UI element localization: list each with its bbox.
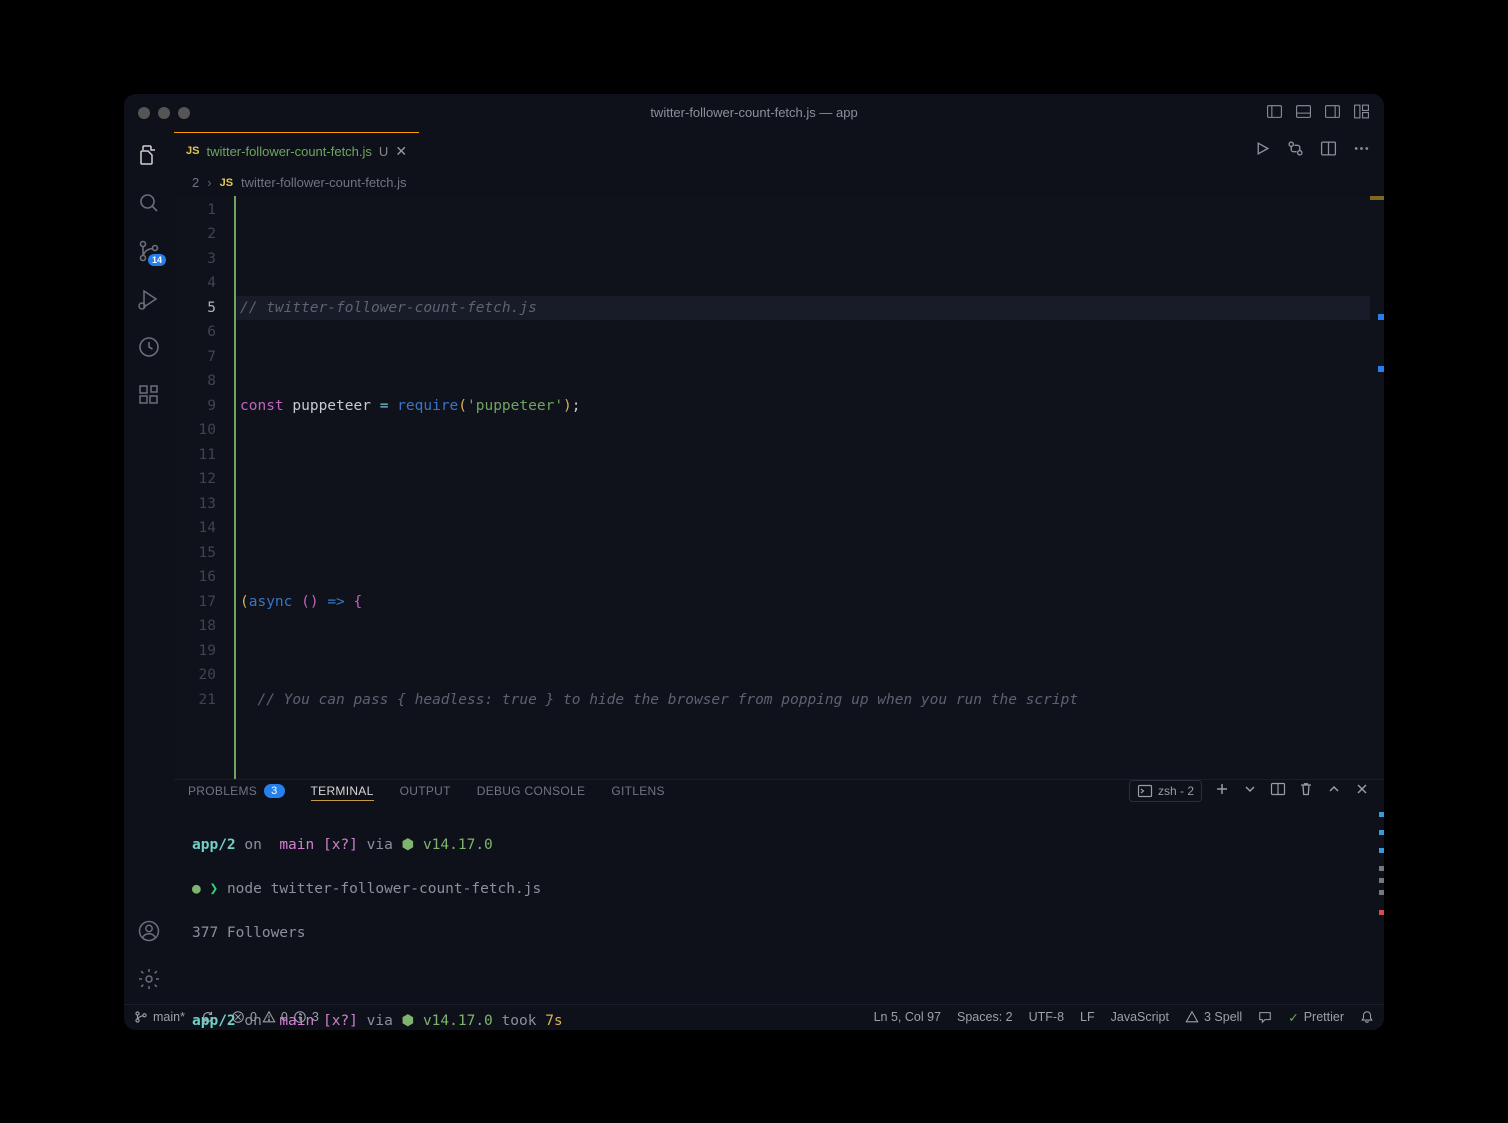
main-area: 14 JS twitt <box>124 132 1384 1004</box>
line-gutter: 123456789101112131415161718192021 <box>174 196 234 779</box>
panel-actions: zsh - 2 <box>1129 780 1370 802</box>
kill-terminal-icon[interactable] <box>1298 781 1314 800</box>
breadcrumb-root: 2 <box>192 175 199 190</box>
search-icon[interactable] <box>136 190 162 216</box>
chevron-up-icon[interactable] <box>1326 781 1342 800</box>
scm-badge: 14 <box>148 254 166 266</box>
panel-tabs: PROBLEMS 3 TERMINAL OUTPUT DEBUG CONSOLE… <box>174 780 1384 802</box>
tab-git-status: U <box>379 144 388 159</box>
tab-problems[interactable]: PROBLEMS 3 <box>188 784 285 798</box>
title-bar: twitter-follower-count-fetch.js — app <box>124 94 1384 132</box>
window-title: twitter-follower-count-fetch.js — app <box>650 105 857 120</box>
terminal[interactable]: app/2 on main [x?] via ⬢ v14.17.0 ● ❯ no… <box>174 802 1384 1030</box>
chevron-down-icon[interactable] <box>1242 781 1258 800</box>
zoom-window-button[interactable] <box>178 107 190 119</box>
tab-filename: twitter-follower-count-fetch.js <box>206 144 371 159</box>
editor-actions <box>1254 132 1384 170</box>
minimap[interactable] <box>1370 196 1384 779</box>
customize-layout-icon[interactable] <box>1353 103 1370 123</box>
split-terminal-icon[interactable] <box>1270 781 1286 800</box>
js-file-icon: JS <box>186 145 199 157</box>
settings-gear-icon[interactable] <box>136 966 162 992</box>
toggle-panel-left-icon[interactable] <box>1266 103 1283 123</box>
js-file-icon: JS <box>220 177 233 189</box>
terminal-overview-ruler <box>1378 802 1384 1030</box>
git-compare-icon[interactable] <box>1287 140 1304 161</box>
explorer-icon[interactable] <box>136 142 162 168</box>
accounts-icon[interactable] <box>136 918 162 944</box>
tab-gitlens[interactable]: GITLENS <box>611 784 664 798</box>
close-window-button[interactable] <box>138 107 150 119</box>
tab-debug-console[interactable]: DEBUG CONSOLE <box>477 784 586 798</box>
run-file-icon[interactable] <box>1254 140 1271 161</box>
terminal-selector[interactable]: zsh - 2 <box>1129 780 1202 802</box>
close-panel-icon[interactable] <box>1354 781 1370 800</box>
code-editor[interactable]: 123456789101112131415161718192021 // twi… <box>174 196 1384 779</box>
editor-group: JS twitter-follower-count-fetch.js U ✕ 2… <box>174 132 1384 1004</box>
layout-controls <box>1266 103 1370 123</box>
run-debug-icon[interactable] <box>136 286 162 312</box>
timeline-icon[interactable] <box>136 334 162 360</box>
new-terminal-icon[interactable] <box>1214 781 1230 800</box>
tab-output[interactable]: OUTPUT <box>400 784 451 798</box>
minimize-window-button[interactable] <box>158 107 170 119</box>
more-actions-icon[interactable] <box>1353 140 1370 161</box>
breadcrumb-file: twitter-follower-count-fetch.js <box>241 175 406 190</box>
problems-count-badge: 3 <box>264 784 284 798</box>
close-tab-icon[interactable]: ✕ <box>395 143 407 160</box>
code-body[interactable]: // twitter-follower-count-fetch.js const… <box>234 196 1370 779</box>
breadcrumb[interactable]: 2 › JS twitter-follower-count-fetch.js <box>174 170 1384 196</box>
tab-terminal[interactable]: TERMINAL <box>311 784 374 801</box>
chevron-right-icon: › <box>207 175 211 190</box>
activity-bar: 14 <box>124 132 174 1004</box>
split-editor-icon[interactable] <box>1320 140 1337 161</box>
toggle-panel-right-icon[interactable] <box>1324 103 1341 123</box>
bottom-panel: PROBLEMS 3 TERMINAL OUTPUT DEBUG CONSOLE… <box>174 779 1384 1004</box>
toggle-panel-bottom-icon[interactable] <box>1295 103 1312 123</box>
window-controls <box>138 107 190 119</box>
extensions-icon[interactable] <box>136 382 162 408</box>
vscode-window: twitter-follower-count-fetch.js — app 14 <box>124 94 1384 1030</box>
source-control-icon[interactable]: 14 <box>136 238 162 264</box>
tab-bar: JS twitter-follower-count-fetch.js U ✕ <box>174 132 1384 170</box>
editor-tab[interactable]: JS twitter-follower-count-fetch.js U ✕ <box>174 132 419 170</box>
